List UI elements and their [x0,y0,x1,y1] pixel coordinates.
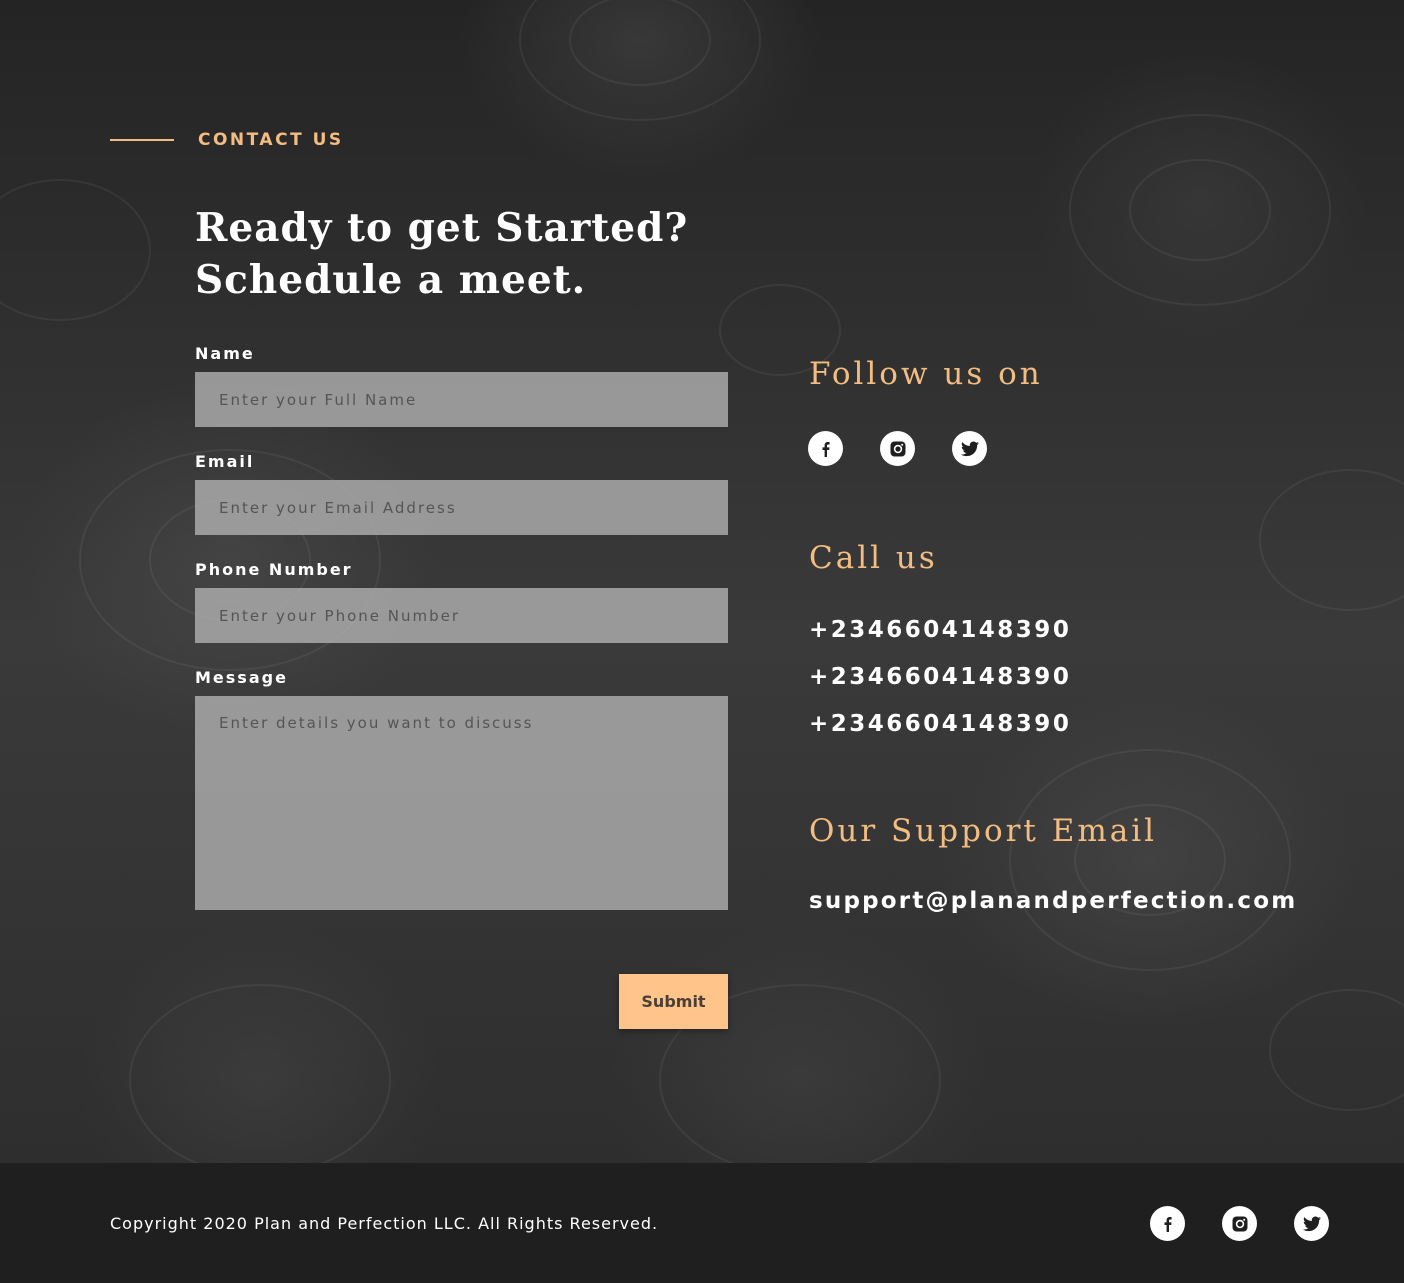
social-links [808,431,987,466]
facebook-icon [822,441,830,457]
page-title: Ready to get Started? Schedule a meet. [195,202,755,306]
support-email-heading: Our Support Email [809,813,1158,849]
twitter-icon [1302,1216,1321,1231]
phone-input[interactable] [195,588,728,643]
section-tag-label: CONTACT US [198,130,344,150]
twitter-icon [960,441,979,456]
follow-heading: Follow us on [809,356,1043,392]
contact-hero: CONTACT US Ready to get Started? Schedul… [0,0,1404,1163]
message-label: Message [195,668,288,687]
footer-social-links [1150,1206,1329,1241]
instagram-icon [1232,1216,1247,1231]
phone-label: Phone Number [195,560,353,579]
headline-line-2: Schedule a meet. [195,257,587,303]
phone-number-2[interactable]: +2346604148390 [809,664,1071,690]
call-heading: Call us [809,540,938,576]
message-textarea[interactable] [195,696,728,910]
email-label: Email [195,452,255,471]
copyright-text: Copyright 2020 Plan and Perfection LLC. … [110,1214,659,1233]
section-tag: CONTACT US [110,130,344,150]
instagram-icon [890,441,905,456]
facebook-link[interactable] [808,431,843,466]
tag-divider-line [110,139,174,141]
headline-line-1: Ready to get Started? [195,205,689,251]
name-input[interactable] [195,372,728,427]
email-input[interactable] [195,480,728,535]
twitter-link[interactable] [952,431,987,466]
footer-twitter-link[interactable] [1294,1206,1329,1241]
support-email-link[interactable]: support@planandperfection.com [809,888,1297,914]
name-label: Name [195,344,255,363]
phone-number-3[interactable]: +2346604148390 [809,711,1071,737]
footer-instagram-link[interactable] [1222,1206,1257,1241]
facebook-icon [1164,1216,1172,1232]
footer: Copyright 2020 Plan and Perfection LLC. … [0,1163,1404,1283]
submit-button[interactable]: Submit [619,974,728,1029]
instagram-link[interactable] [880,431,915,466]
phone-number-1[interactable]: +2346604148390 [809,617,1071,643]
footer-facebook-link[interactable] [1150,1206,1185,1241]
